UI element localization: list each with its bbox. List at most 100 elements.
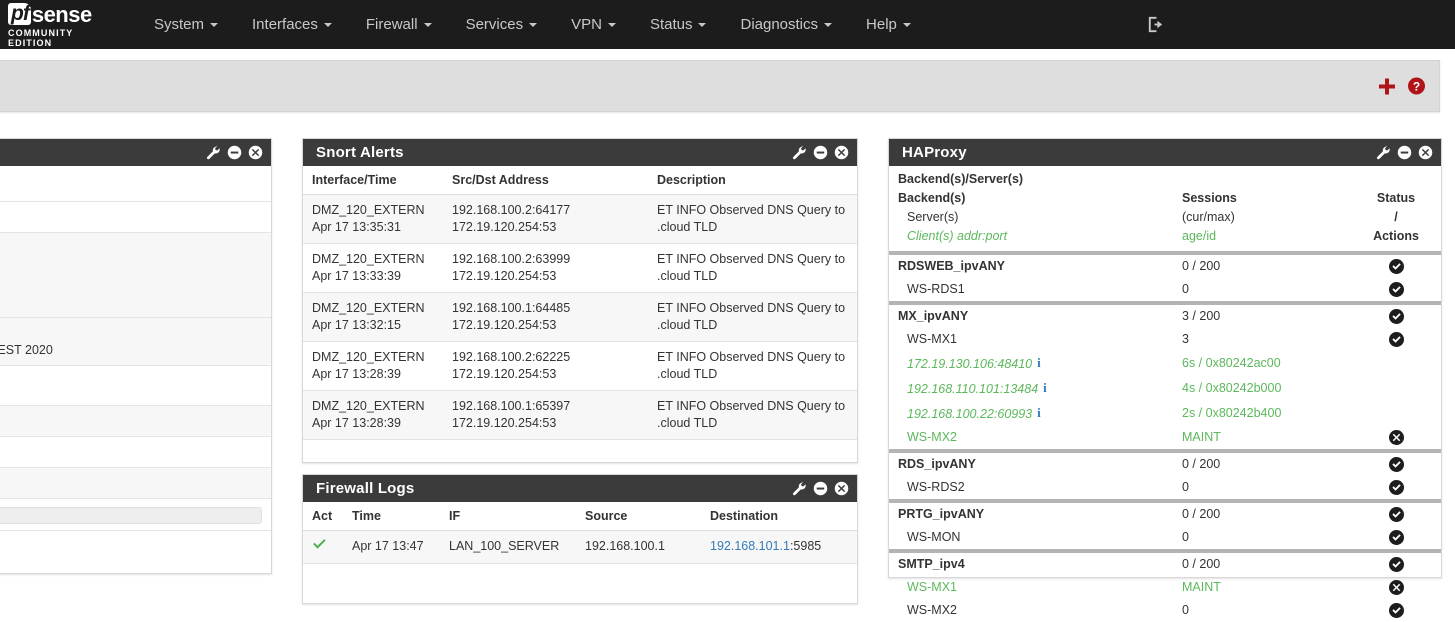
haproxy-server-status bbox=[1360, 580, 1432, 595]
haproxy-server-sessions: MAINT bbox=[1182, 580, 1221, 594]
nav-item-interfaces[interactable]: Interfaces bbox=[235, 0, 349, 49]
haproxy-server-row[interactable]: WS-MX1 3 bbox=[889, 328, 1441, 351]
close-circle-icon[interactable] bbox=[834, 481, 849, 496]
snort-cell-interface-time: DMZ_120_EXTERN Apr 17 13:28:39 bbox=[303, 341, 443, 391]
info-icon[interactable]: i bbox=[1037, 402, 1041, 423]
info-icon[interactable]: i bbox=[1043, 377, 1047, 398]
table-row[interactable]: DMZ_120_EXTERN Apr 17 13:35:31 192.168.10… bbox=[303, 194, 857, 244]
table-row[interactable]: Apr 17 13:47 LAN_100_SERVER 192.168.100.… bbox=[303, 530, 857, 564]
fwlog-destination-ip[interactable]: 192.168.101.1 bbox=[710, 539, 790, 553]
wrench-icon[interactable] bbox=[206, 145, 221, 160]
haproxy-backend-row[interactable]: SMTP_ipv4 0 / 200 bbox=[889, 553, 1441, 576]
haproxy-backend-row[interactable]: PRTG_ipvANY 0 / 200 bbox=[889, 503, 1441, 526]
wrench-icon[interactable] bbox=[792, 145, 807, 160]
nav-item-vpn-label: VPN bbox=[571, 16, 602, 33]
snort-alerts-widget-controls bbox=[792, 139, 849, 166]
minus-circle-icon[interactable] bbox=[1397, 145, 1412, 160]
nav-item-diagnostics[interactable]: Diagnostics bbox=[723, 0, 849, 49]
snort-time: Apr 17 13:28:39 bbox=[312, 367, 401, 381]
minus-circle-icon[interactable] bbox=[813, 145, 828, 160]
haproxy-server-row[interactable]: WS-RDS2 0 bbox=[889, 476, 1441, 499]
haproxy-backend-row[interactable]: RDS_ipvANY 0 / 200 bbox=[889, 453, 1441, 476]
snort-col-src-dst: Src/Dst Address bbox=[443, 166, 648, 195]
wrench-icon[interactable] bbox=[1376, 145, 1391, 160]
haproxy-client-row[interactable]: 192.168.100.22:60993 i 2s / 0x80242b400 bbox=[889, 401, 1441, 426]
table-row[interactable]: DMZ_120_EXTERN Apr 17 13:32:15 192.168.10… bbox=[303, 292, 857, 342]
system-information-widget: 01 (Local Database) nd64) 3:53:44 EDT 20… bbox=[0, 138, 272, 574]
nav-item-firewall[interactable]: Firewall bbox=[349, 0, 449, 49]
table-row[interactable]: DMZ_120_EXTERN Apr 17 13:33:39 192.168.10… bbox=[303, 243, 857, 293]
haproxy-server-row[interactable]: WS-MON 0 bbox=[889, 526, 1441, 549]
haproxy-col-actions: Actions bbox=[1373, 229, 1419, 243]
fwlog-col-destination: Destination bbox=[701, 502, 857, 531]
info-icon[interactable]: i bbox=[1037, 352, 1041, 373]
snort-interface: DMZ_120_EXTERN bbox=[312, 350, 425, 364]
snort-cell-interface-time: DMZ_120_EXTERN Apr 17 13:32:15 bbox=[303, 292, 443, 342]
fwlog-destination-port: :5985 bbox=[789, 539, 822, 553]
fwlog-col-source: Source bbox=[576, 502, 701, 531]
haproxy-server-name: WS-MX2 bbox=[907, 430, 957, 444]
firewall-logs-widget-title: Firewall Logs bbox=[316, 480, 415, 497]
close-circle-icon[interactable] bbox=[1418, 145, 1433, 160]
haproxy-backend-sessions: 0 / 200 bbox=[1182, 457, 1221, 471]
snort-col-description: Description bbox=[648, 166, 857, 195]
snort-time: Apr 17 13:32:15 bbox=[312, 318, 401, 332]
haproxy-server-row[interactable]: WS-MX2 0 bbox=[889, 599, 1441, 622]
haproxy-server-sessions: 0 bbox=[1182, 480, 1189, 494]
haproxy-body: Backend(s)/Server(s) Backend(s) Sessions… bbox=[889, 166, 1441, 622]
haproxy-server-status bbox=[1360, 530, 1432, 545]
haproxy-backend-row[interactable]: MX_ipvANY 3 / 200 bbox=[889, 305, 1441, 328]
fwlog-cell-source[interactable]: 192.168.100.1 bbox=[576, 530, 701, 564]
haproxy-server-status bbox=[1360, 430, 1432, 445]
firewall-logs-table: Act Time IF Source Destination Apr 17 13… bbox=[303, 502, 857, 564]
check-circle-icon bbox=[1388, 530, 1404, 545]
haproxy-server-row[interactable]: WS-MX1 MAINT bbox=[889, 576, 1441, 599]
chevron-down-icon bbox=[607, 22, 616, 27]
haproxy-client-addr-wrap: 192.168.100.22:60993 i bbox=[898, 402, 1182, 425]
table-row[interactable]: DMZ_120_EXTERN Apr 17 13:28:39 192.168.10… bbox=[303, 390, 857, 440]
minus-circle-icon[interactable] bbox=[227, 145, 242, 160]
close-circle-icon[interactable] bbox=[248, 145, 263, 160]
haproxy-backend-sessions: 0 / 200 bbox=[1182, 557, 1221, 571]
snort-src: 192.168.100.2:63999 bbox=[452, 252, 571, 266]
close-circle-icon[interactable] bbox=[834, 145, 849, 160]
nav-item-services[interactable]: Services bbox=[449, 0, 555, 49]
plus-icon[interactable] bbox=[1379, 78, 1395, 94]
haproxy-server-name: WS-MX1 bbox=[907, 332, 957, 346]
chevron-down-icon bbox=[323, 22, 332, 27]
sysinfo-row-user: 01 (Local Database) bbox=[0, 202, 271, 233]
table-row[interactable]: DMZ_120_EXTERN Apr 17 13:28:39 192.168.10… bbox=[303, 341, 857, 391]
logout-icon bbox=[1148, 16, 1163, 33]
snort-cell-description: ET INFO Observed DNS Query to .cloud TLD bbox=[648, 243, 857, 293]
wrench-icon[interactable] bbox=[792, 481, 807, 496]
snort-cell-description: ET INFO Observed DNS Query to .cloud TLD bbox=[648, 390, 857, 440]
sysinfo-row-uptime: linutes 28 Seconds bbox=[0, 406, 271, 437]
snort-interface: DMZ_120_EXTERN bbox=[312, 301, 425, 315]
nav-item-vpn[interactable]: VPN bbox=[554, 0, 633, 49]
check-circle-icon bbox=[1388, 259, 1404, 274]
nav-item-status[interactable]: Status bbox=[633, 0, 724, 49]
haproxy-server-sessions: 0 bbox=[1182, 530, 1189, 544]
haproxy-server-name: WS-MX2 bbox=[907, 603, 957, 617]
haproxy-col-status: Status bbox=[1376, 191, 1416, 205]
haproxy-header-group-line: Backend(s)/Server(s) bbox=[898, 170, 1432, 189]
haproxy-client-addr: 192.168.110.101:13484 bbox=[907, 382, 1039, 396]
chevron-down-icon bbox=[210, 22, 219, 27]
haproxy-client-row[interactable]: 192.168.110.101:13484 i 4s / 0x80242b000 bbox=[889, 376, 1441, 401]
haproxy-backend-row[interactable]: RDSWEB_ipvANY 0 / 200 bbox=[889, 255, 1441, 278]
haproxy-server-row[interactable]: WS-MX2 MAINT bbox=[889, 426, 1441, 449]
haproxy-client-row[interactable]: 172.19.130.106:48410 i 6s / 0x80242ac00 bbox=[889, 351, 1441, 376]
haproxy-server-row[interactable]: WS-RDS1 0 bbox=[889, 278, 1441, 301]
nav-item-system[interactable]: System bbox=[137, 0, 235, 49]
nav-item-help[interactable]: Help bbox=[849, 0, 928, 49]
logout-button[interactable] bbox=[1146, 0, 1165, 49]
snort-alerts-table: Interface/Time Src/Dst Address Descripti… bbox=[303, 166, 857, 440]
haproxy-client-ageid: 4s / 0x80242b000 bbox=[1182, 381, 1282, 395]
haproxy-group-label: Backend(s)/Server(s) bbox=[898, 172, 1024, 186]
minus-circle-icon[interactable] bbox=[813, 481, 828, 496]
check-circle-icon bbox=[1388, 457, 1404, 472]
pfsense-logo[interactable]: pf sense COMMUNITY EDITION bbox=[0, 0, 121, 49]
help-circle-icon[interactable]: ? bbox=[1408, 77, 1425, 95]
haproxy-backend-name: RDSWEB_ipvANY bbox=[898, 259, 1005, 273]
snort-cell-src-dst: 192.168.100.1:65397 172.19.120.254:53 bbox=[443, 390, 648, 440]
